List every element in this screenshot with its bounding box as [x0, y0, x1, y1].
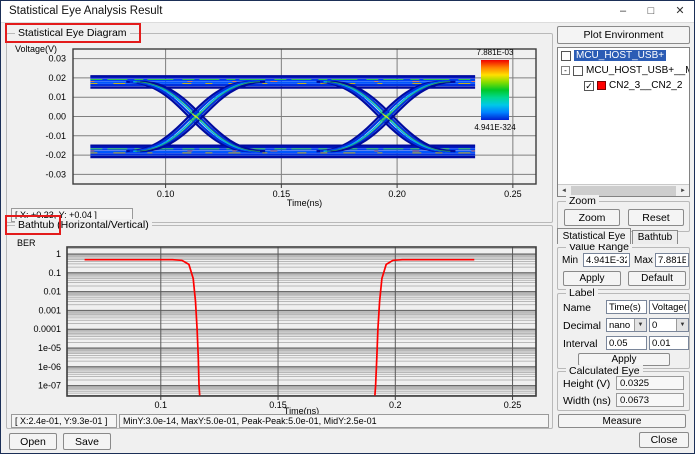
svg-text:0.1: 0.1	[155, 400, 168, 410]
interval-voltage-field[interactable]	[649, 336, 689, 350]
eye-diagram-group: Statistical Eye Diagram 0.10 0.15 0.20 0.25…	[5, 23, 553, 223]
tree-item-root[interactable]: MCU_HOST_USB+	[558, 48, 689, 63]
bathtub-cursor-status: [ X:2.4e-01, Y:9.3e-01 ]	[11, 414, 117, 428]
decimal-time-value: nano	[609, 319, 631, 331]
min-value-field[interactable]	[583, 253, 630, 267]
tree-item-leaf[interactable]: ✓ CN2_3__CN2_2	[558, 78, 689, 93]
label-group: Label Name Decimal nano ▼ 0 ▼ Interval A…	[557, 287, 690, 369]
eye-height-label: Height (V)	[563, 378, 611, 390]
scrollbar-thumb[interactable]	[571, 185, 676, 196]
svg-text:1e-07: 1e-07	[38, 381, 61, 391]
max-value-field[interactable]	[655, 253, 689, 267]
eye-xlabel: Time(ns)	[287, 198, 322, 208]
eye-height-value: 0.0325	[616, 376, 684, 390]
interval-time-field[interactable]	[606, 336, 647, 350]
eye-width-label: Width (ns)	[563, 395, 611, 407]
svg-text:0.02: 0.02	[48, 73, 66, 83]
svg-text:-0.02: -0.02	[45, 150, 66, 160]
tree-item-leaf-label[interactable]: CN2_3__CN2_2	[609, 80, 682, 91]
bathtub-group: Bathtub (Horizontal/Vertical) 0.1 0.15 0.2…	[5, 215, 553, 429]
zoom-button[interactable]: Zoom	[564, 209, 620, 226]
decimal-voltage-dropdown[interactable]: 0 ▼	[649, 318, 689, 332]
svg-text:1: 1	[56, 249, 61, 259]
calculated-eye-group: Calculated Eye Height (V) 0.0325 Width (…	[557, 365, 690, 411]
eye-width-value: 0.0673	[616, 393, 684, 407]
svg-text:0.001: 0.001	[38, 305, 61, 315]
scroll-right-icon[interactable]: ►	[677, 184, 689, 196]
value-range-apply-button[interactable]: Apply	[563, 271, 621, 286]
svg-text:1e-05: 1e-05	[38, 343, 61, 353]
name-time-field[interactable]	[606, 300, 647, 314]
svg-text:1e-06: 1e-06	[38, 362, 61, 372]
colorbar-max-label: 7.881E-03	[477, 48, 514, 57]
svg-text:0.25: 0.25	[504, 400, 522, 410]
bathtub-plot[interactable]: 0.1 0.15 0.2 0.2510.10.010.0010.00011e-051e…	[9, 234, 549, 416]
decimal-label: Decimal	[563, 320, 601, 332]
decimal-time-dropdown[interactable]: nano ▼	[606, 318, 647, 332]
measure-button[interactable]: Measure	[558, 414, 686, 428]
decimal-voltage-value: 0	[652, 319, 658, 331]
collapse-icon[interactable]: -	[561, 66, 570, 75]
tab-statistical-eye[interactable]: Statistical Eye	[557, 228, 631, 244]
tab-bathtub[interactable]: Bathtub	[632, 230, 678, 244]
bathtub-stats-status: MinY:3.0e-14, MaxY:5.0e-01, Peak-Peak:5.…	[119, 414, 549, 428]
value-range-default-button[interactable]: Default	[628, 271, 686, 286]
interval-label: Interval	[563, 338, 598, 350]
chevron-down-icon[interactable]: ▼	[676, 319, 688, 331]
trace-color-swatch	[597, 81, 606, 90]
max-label: Max	[634, 255, 653, 266]
svg-text:0.20: 0.20	[388, 189, 406, 199]
eye-diagram-group-label: Statistical Eye Diagram	[15, 27, 130, 39]
name-label: Name	[563, 302, 592, 314]
svg-text:0.1: 0.1	[48, 268, 61, 278]
checkbox-child[interactable]	[573, 65, 583, 76]
svg-text:0.10: 0.10	[157, 189, 175, 199]
plot-environment-button[interactable]: Plot Environment	[557, 26, 690, 44]
eye-colorbar	[481, 60, 509, 120]
statistical-eye-analysis-window: Statistical Eye Analysis Result – □ ✕ St…	[0, 0, 695, 454]
svg-text:0.25: 0.25	[504, 189, 522, 199]
maximize-icon[interactable]: □	[638, 1, 664, 22]
zoom-group-label: Zoom	[566, 195, 599, 207]
svg-text:0.03: 0.03	[48, 54, 66, 64]
svg-text:0.2: 0.2	[389, 400, 402, 410]
min-label: Min	[562, 255, 579, 266]
checkbox-root[interactable]	[561, 50, 571, 61]
eye-diagram-plot[interactable]: 0.10 0.15 0.20 0.250.030.020.010.00-0.01-0.…	[9, 40, 549, 210]
tree-item-child-label[interactable]: MCU_HOST_USB+__MCU_HO	[586, 65, 689, 76]
checkbox-leaf-checked[interactable]: ✓	[584, 80, 594, 91]
bathtub-ylabel: BER	[17, 238, 36, 248]
bathtub-group-label: Bathtub (Horizontal/Vertical)	[15, 219, 152, 231]
colorbar-min-label: 4.941E-324	[474, 123, 516, 132]
save-button[interactable]: Save	[63, 433, 111, 450]
chevron-down-icon[interactable]: ▼	[634, 319, 646, 331]
eye-ylabel: Voltage(V)	[15, 44, 57, 54]
bathtub-gridlines	[67, 247, 536, 396]
svg-text:0.0001: 0.0001	[33, 324, 61, 334]
svg-text:-0.01: -0.01	[45, 131, 66, 141]
tree-item-child[interactable]: - MCU_HOST_USB+__MCU_HO	[558, 63, 689, 78]
tree-item-root-label[interactable]: MCU_HOST_USB+	[574, 50, 667, 61]
svg-text:0.01: 0.01	[48, 92, 66, 102]
reset-button[interactable]: Reset	[628, 209, 684, 226]
eye-gridlines	[73, 49, 536, 184]
label-group-label: Label	[566, 287, 598, 299]
svg-text:0.01: 0.01	[43, 287, 61, 297]
close-icon[interactable]: ✕	[667, 1, 693, 22]
bathtub-plot-frame	[66, 246, 537, 397]
close-button[interactable]: Close	[639, 432, 689, 448]
svg-text:-0.03: -0.03	[45, 169, 66, 179]
open-button[interactable]: Open	[9, 433, 57, 450]
minimize-icon[interactable]: –	[610, 1, 636, 22]
window-title: Statistical Eye Analysis Result	[9, 5, 163, 17]
value-range-group: Value Range Min Max Apply Default	[557, 241, 690, 290]
plot-tree: MCU_HOST_USB+ - MCU_HOST_USB+__MCU_HO ✓ …	[557, 47, 690, 197]
name-voltage-field[interactable]	[649, 300, 689, 314]
title-bar: Statistical Eye Analysis Result – □ ✕	[1, 1, 694, 23]
svg-text:0.00: 0.00	[48, 112, 66, 122]
